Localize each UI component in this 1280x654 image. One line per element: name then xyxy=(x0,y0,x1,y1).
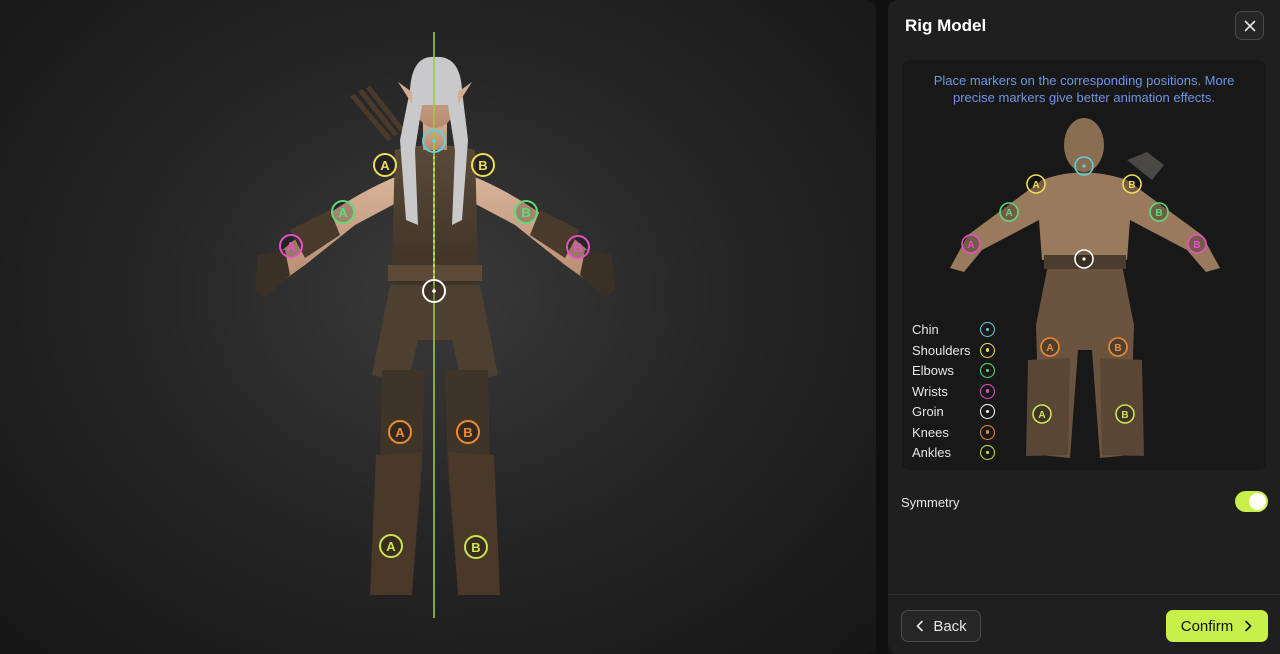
groin-dot-icon xyxy=(980,404,995,419)
legend-item-wrists: Wrists xyxy=(912,382,1008,403)
ref-shoulder-a-label: A xyxy=(1032,180,1039,191)
legend-item-ankles: Ankles xyxy=(912,443,1008,464)
ref-groin-marker xyxy=(1074,249,1094,269)
ref-shoulder-b-marker: B xyxy=(1122,174,1142,194)
ref-ankle-b-label: B xyxy=(1121,410,1128,421)
back-button[interactable]: Back xyxy=(901,610,981,642)
ref-elbow-a-marker: A xyxy=(999,202,1019,222)
wrists-dot-icon xyxy=(980,383,995,399)
elf-character-model xyxy=(255,56,615,595)
ref-shoulder-a-marker: A xyxy=(1026,174,1046,194)
wrist-a-marker[interactable]: A xyxy=(279,234,303,258)
knee-b-label: B xyxy=(463,425,472,440)
symmetry-toggle[interactable] xyxy=(1235,491,1268,512)
ref-knee-a-marker: A xyxy=(1040,337,1060,357)
marker-legend: Chin Shoulders Elbows Wrists Groin Knees xyxy=(912,320,1008,464)
knees-dot-icon xyxy=(980,424,995,440)
shoulder-a-label: A xyxy=(380,158,390,173)
chin-dot-icon xyxy=(980,322,995,337)
wrist-a-label: A xyxy=(286,239,296,254)
shoulders-dot-icon xyxy=(980,342,995,358)
elbow-b-marker[interactable]: B xyxy=(514,200,538,224)
rig-model-panel: Rig Model Place markers on the correspon… xyxy=(888,0,1280,654)
ref-ankle-a-marker: A xyxy=(1032,404,1052,424)
ref-knee-a-label: A xyxy=(1046,343,1053,354)
ref-shoulder-b-label: B xyxy=(1128,180,1135,191)
panel-title: Rig Model xyxy=(905,16,987,35)
ref-knee-b-label: B xyxy=(1114,343,1121,354)
knee-b-marker[interactable]: B xyxy=(456,420,480,444)
wrist-b-label: B xyxy=(573,240,582,255)
ref-wrist-b-marker: B xyxy=(1187,234,1207,254)
character-canvas: A B A B A B A B A B xyxy=(255,32,615,618)
ankle-a-label: A xyxy=(386,539,396,554)
ankles-dot-icon xyxy=(980,445,995,460)
elbows-dot-icon xyxy=(980,363,995,378)
legend-label: Groin xyxy=(912,404,944,419)
legend-label: Knees xyxy=(912,424,949,440)
legend-label: Chin xyxy=(912,322,939,337)
ref-knee-b-marker: B xyxy=(1108,337,1128,357)
confirm-label: Confirm xyxy=(1180,617,1234,635)
shoulder-a-marker[interactable]: A xyxy=(373,153,397,177)
ref-wrist-a-marker: A xyxy=(961,234,981,254)
legend-label: Shoulders xyxy=(912,342,971,358)
ref-elbow-a-label: A xyxy=(1005,208,1012,219)
shoulder-b-marker[interactable]: B xyxy=(471,153,495,177)
close-icon xyxy=(1244,20,1255,31)
ref-elbow-b-marker: B xyxy=(1149,202,1169,222)
groin-marker[interactable] xyxy=(422,279,446,303)
legend-item-knees: Knees xyxy=(912,423,1008,444)
ankle-b-label: B xyxy=(471,540,480,555)
confirm-button[interactable]: Confirm xyxy=(1166,610,1268,642)
ref-elbow-b-label: B xyxy=(1155,208,1162,219)
panel-divider xyxy=(876,0,888,654)
legend-item-shoulders: Shoulders xyxy=(912,341,1008,362)
elbow-b-label: B xyxy=(521,205,530,220)
legend-label: Elbows xyxy=(912,363,954,378)
ankle-a-marker[interactable]: A xyxy=(379,534,403,558)
chevron-left-icon xyxy=(917,620,924,632)
model-viewport[interactable]: A B A B A B A B A B xyxy=(0,0,876,654)
legend-label: Wrists xyxy=(912,383,948,399)
ref-ankle-b-marker: B xyxy=(1115,404,1135,424)
knee-a-label: A xyxy=(395,425,405,440)
legend-item-groin: Groin xyxy=(912,402,1008,423)
legend-item-chin: Chin xyxy=(912,320,1008,341)
back-label: Back xyxy=(933,617,967,635)
toggle-knob xyxy=(1249,493,1266,510)
close-button[interactable] xyxy=(1235,11,1264,40)
ref-wrist-a-label: A xyxy=(967,240,974,251)
ref-wrist-b-label: B xyxy=(1193,240,1200,251)
elbow-a-label: A xyxy=(338,205,348,220)
ref-ankle-a-label: A xyxy=(1038,410,1045,421)
footer-divider xyxy=(888,594,1280,595)
ankle-b-marker[interactable]: B xyxy=(464,535,488,559)
elbow-a-marker[interactable]: A xyxy=(331,200,355,224)
chevron-right-icon xyxy=(1245,620,1252,632)
reference-preview: Place markers on the corresponding posit… xyxy=(902,60,1266,470)
wrist-b-marker[interactable]: B xyxy=(566,235,590,259)
shoulder-b-label: B xyxy=(478,158,487,173)
symmetry-label: Symmetry xyxy=(901,495,960,510)
knee-a-marker[interactable]: A xyxy=(388,420,412,444)
legend-label: Ankles xyxy=(912,445,952,460)
legend-item-elbows: Elbows xyxy=(912,361,1008,382)
